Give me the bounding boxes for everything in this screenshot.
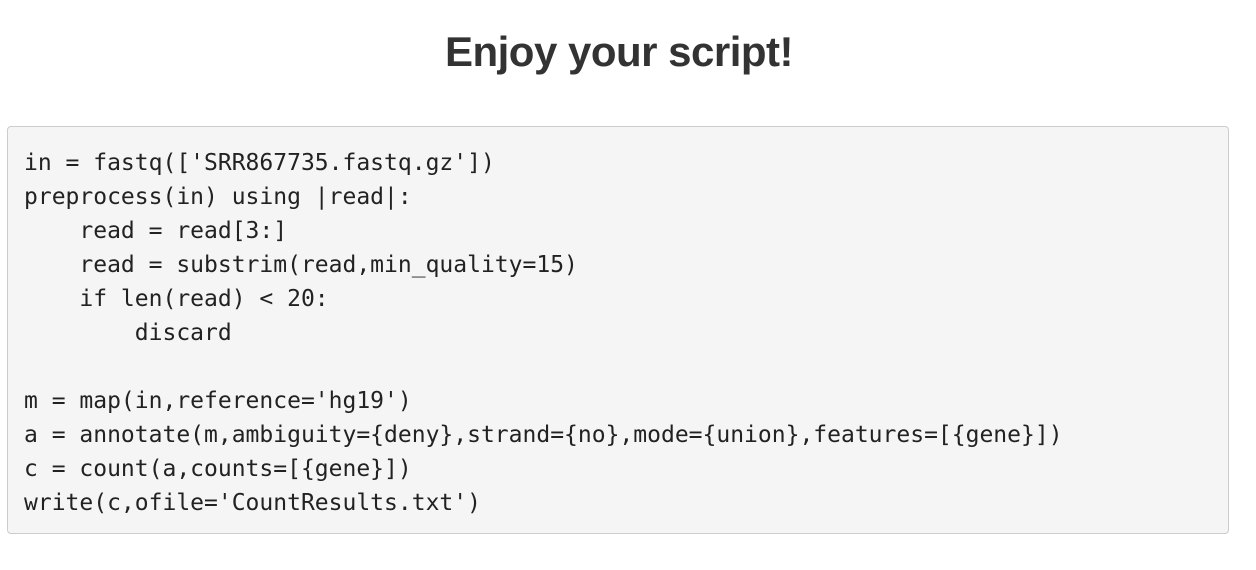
code-line-2: preprocess(in) using |read|:: [24, 184, 412, 210]
page-title: Enjoy your script!: [444, 28, 794, 75]
code-line-9: a = annotate(m,ambiguity={deny},strand={…: [24, 422, 1063, 448]
script-code-block[interactable]: in = fastq(['SRR867735.fastq.gz']) prepro…: [7, 126, 1229, 534]
code-line-11: write(c,ofile='CountResults.txt'): [24, 490, 481, 516]
code-line-8: m = map(in,reference='hg19'): [24, 388, 412, 414]
code-line-3: read = read[3:]: [24, 218, 288, 244]
code-line-1: in = fastq(['SRR867735.fastq.gz']): [24, 150, 495, 176]
code-line-6: discard: [24, 320, 232, 346]
code-line-10: c = count(a,counts=[{gene}]): [24, 456, 412, 482]
code-line-5: if len(read) < 20:: [24, 286, 329, 312]
code-line-4: read = substrim(read,min_quality=15): [24, 252, 578, 278]
